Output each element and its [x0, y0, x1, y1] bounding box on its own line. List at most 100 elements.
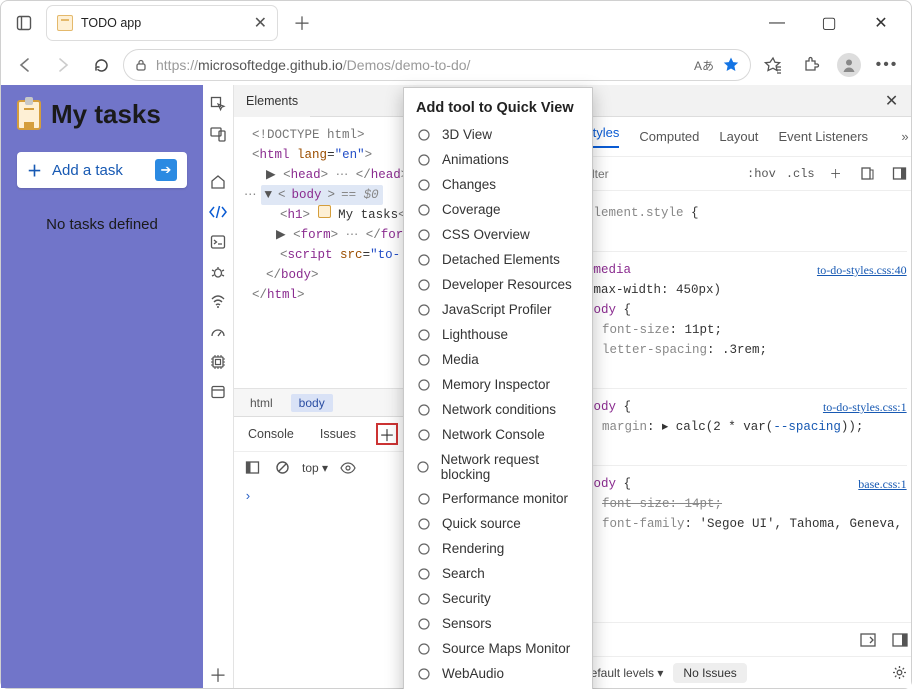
reading-mode-icon[interactable]: Aあ — [694, 57, 714, 74]
extensions-icon[interactable] — [795, 49, 827, 81]
popup-item[interactable]: Search — [404, 561, 592, 586]
toggle-panel-icon[interactable] — [889, 163, 911, 185]
issues-tab[interactable]: Issues — [312, 422, 364, 446]
popup-item[interactable]: JavaScript Profiler — [404, 297, 592, 322]
stylesheet-link[interactable]: base.css:1 — [858, 474, 906, 494]
popup-item[interactable]: Sensors — [404, 611, 592, 636]
popup-item-label: Sensors — [442, 616, 492, 631]
popup-item[interactable]: Animations — [404, 147, 592, 172]
tool-item-icon — [416, 177, 432, 193]
refresh-button[interactable] — [85, 49, 117, 81]
popup-item[interactable]: Changes — [404, 172, 592, 197]
popup-item[interactable]: Lighthouse — [404, 322, 592, 347]
tab-event-listeners[interactable]: Event Listeners — [778, 129, 868, 144]
inspect-icon[interactable] — [203, 91, 233, 117]
tool-item-icon — [416, 566, 432, 582]
settings-menu-icon[interactable]: ••• — [871, 49, 903, 81]
performance-icon[interactable] — [203, 319, 233, 345]
context-selector[interactable]: top ▾ — [302, 461, 328, 475]
cls-toggle[interactable]: .cls — [786, 167, 815, 181]
back-button[interactable] — [9, 49, 41, 81]
maximize-button[interactable]: ▢ — [807, 8, 851, 38]
popup-item[interactable]: WebAudio — [404, 661, 592, 686]
popup-item[interactable]: Security — [404, 586, 592, 611]
new-style-rule-icon[interactable]: ＋ — [825, 163, 847, 185]
popup-item[interactable]: Developer Resources — [404, 272, 592, 297]
tool-item-icon — [416, 641, 432, 657]
tool-item-icon — [416, 277, 432, 293]
popup-item[interactable]: 3D View — [404, 122, 592, 147]
popup-item[interactable]: Quick source — [404, 511, 592, 536]
close-devtools-icon[interactable]: ✕ — [879, 91, 911, 111]
more-tabs-icon[interactable]: » — [901, 129, 908, 144]
new-tab-button[interactable]: ＋ — [285, 6, 319, 40]
add-task-input[interactable]: ＋ Add a task ➔ — [17, 152, 187, 188]
dock-icon[interactable] — [857, 629, 879, 651]
popup-item-label: Lighthouse — [442, 327, 508, 342]
network-icon[interactable] — [203, 289, 233, 315]
popup-item[interactable]: Media — [404, 347, 592, 372]
close-window-button[interactable]: ✕ — [859, 8, 903, 38]
console-tab[interactable]: Console — [240, 422, 302, 446]
application-icon[interactable] — [203, 379, 233, 405]
tab-computed[interactable]: Computed — [639, 129, 699, 144]
tab-actions-icon[interactable] — [9, 8, 39, 38]
memory-icon[interactable] — [203, 349, 233, 375]
more-tools-icon[interactable]: ＋ — [203, 662, 233, 688]
welcome-icon[interactable] — [203, 169, 233, 195]
tool-item-icon — [416, 427, 432, 443]
toggle-common-icon[interactable] — [857, 163, 879, 185]
close-tab-icon[interactable]: ✕ — [254, 13, 267, 33]
clear-console-icon[interactable] — [272, 458, 292, 478]
dom-body-selected[interactable]: ▼<body> == $0 — [261, 185, 383, 205]
favorites-bar-icon[interactable] — [757, 49, 789, 81]
eye-icon[interactable] — [338, 458, 358, 478]
device-icon[interactable] — [203, 121, 233, 147]
hov-toggle[interactable]: :hov — [747, 167, 776, 181]
clipboard-icon — [17, 100, 41, 130]
popup-item[interactable]: Coverage — [404, 197, 592, 222]
browser-tab[interactable]: TODO app ✕ — [47, 6, 277, 40]
popup-item[interactable]: Rendering — [404, 536, 592, 561]
popup-item[interactable]: Performance monitor — [404, 486, 592, 511]
levels-selector[interactable]: Default levels ▾ — [582, 666, 663, 680]
popup-item-label: Source Maps Monitor — [442, 641, 570, 656]
popup-item[interactable]: Source Maps Monitor — [404, 636, 592, 661]
tab-layout[interactable]: Layout — [719, 129, 758, 144]
submit-task-button[interactable]: ➔ — [155, 159, 177, 181]
popup-item[interactable]: Network request blocking — [404, 447, 592, 486]
styles-rules[interactable]: element.style { } to-do-styles.css:40 @m… — [574, 191, 911, 622]
tab-title: TODO app — [81, 16, 246, 30]
console-tool-icon[interactable] — [203, 229, 233, 255]
crumb-body[interactable]: body — [291, 394, 333, 412]
stylesheet-link[interactable]: to-do-styles.css:1 — [823, 397, 907, 417]
address-bar[interactable]: https://microsoftedge.github.io/Demos/de… — [123, 49, 751, 81]
tool-item-icon — [416, 666, 432, 682]
sidebar-toggle-icon[interactable] — [242, 458, 262, 478]
profile-avatar[interactable] — [833, 49, 865, 81]
popup-item[interactable]: Network Console — [404, 422, 592, 447]
popup-item[interactable]: Memory Inspector — [404, 372, 592, 397]
add-tool-button[interactable]: ＋ — [376, 423, 398, 445]
bug-icon[interactable] — [203, 259, 233, 285]
elements-tool-icon[interactable] — [203, 199, 233, 225]
console-settings-icon[interactable] — [889, 662, 911, 684]
stylesheet-link[interactable]: to-do-styles.css:40 — [817, 260, 907, 280]
tool-item-icon — [416, 152, 432, 168]
dock2-icon[interactable] — [889, 629, 911, 651]
favorite-icon[interactable] — [722, 56, 740, 74]
popup-item[interactable]: Network conditions — [404, 397, 592, 422]
elements-tab[interactable]: Elements — [234, 85, 310, 117]
tool-item-icon — [416, 516, 432, 532]
popup-item[interactable]: Detached Elements — [404, 247, 592, 272]
popup-item-label: Performance monitor — [442, 491, 568, 506]
tool-item-icon — [416, 459, 431, 475]
styles-filter-input[interactable] — [582, 167, 737, 181]
drawer-actions-right — [574, 622, 911, 656]
crumb-html[interactable]: html — [242, 394, 281, 412]
no-issues-chip[interactable]: No Issues — [673, 663, 746, 683]
popup-item[interactable]: CSS Overview — [404, 222, 592, 247]
popup-item-label: WebAudio — [442, 666, 504, 681]
tool-item-icon — [416, 302, 432, 318]
minimize-button[interactable]: — — [755, 8, 799, 38]
